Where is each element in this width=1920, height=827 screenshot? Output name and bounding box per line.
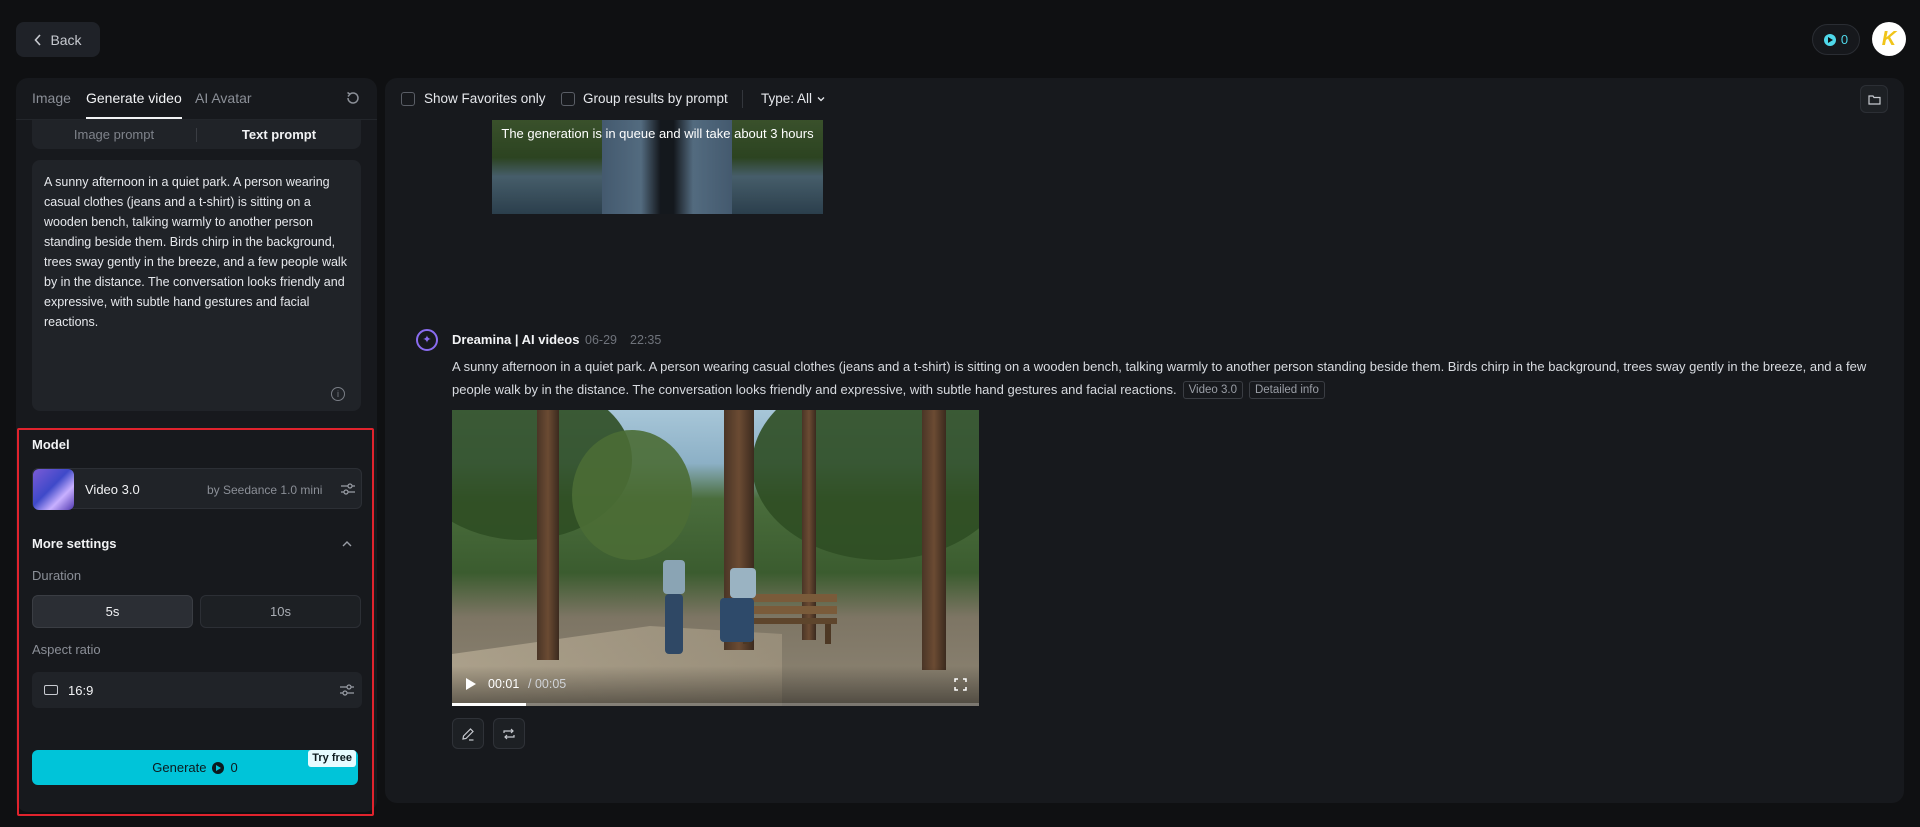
queue-status-text: The generation is in queue and will take…: [501, 126, 814, 141]
group-label[interactable]: Group results by prompt: [583, 91, 728, 106]
folder-icon: [1867, 94, 1881, 105]
model-section-title: Model: [32, 437, 70, 452]
aspect-ratio-value: 16:9: [68, 683, 94, 698]
group-checkbox[interactable]: [561, 92, 575, 106]
generate-cost: 0: [230, 760, 238, 775]
tab-ai-avatar[interactable]: AI Avatar: [195, 90, 252, 106]
folder-button[interactable]: [1860, 85, 1888, 113]
video-progress-bar[interactable]: [452, 703, 979, 706]
credit-coin-icon: [1823, 33, 1836, 46]
model-thumbnail: [33, 469, 74, 510]
generate-label: Generate: [152, 760, 207, 775]
info-icon[interactable]: i: [331, 387, 345, 401]
video-player[interactable]: 00:01 / 00:05: [452, 410, 979, 706]
message-prompt-text: A sunny afternoon in a quiet park. A per…: [452, 359, 1867, 397]
back-button[interactable]: Back: [16, 22, 100, 57]
video-scene-person: [663, 560, 685, 594]
chevron-left-icon: [34, 33, 42, 46]
tab-generate-video[interactable]: Generate video: [86, 90, 182, 119]
regenerate-button[interactable]: [493, 718, 525, 749]
prompt-input[interactable]: A sunny afternoon in a quiet park. A per…: [32, 160, 361, 411]
video-scene-foliage: [572, 430, 692, 560]
pencil-icon: [462, 727, 474, 741]
message-time: 22:35: [630, 333, 662, 347]
settings-sliders-icon: [340, 684, 354, 696]
model-selector[interactable]: Video 3.0 by Seedance 1.0 mini: [32, 468, 362, 510]
chevron-up-icon[interactable]: [341, 538, 353, 550]
duration-label: Duration: [32, 568, 82, 583]
fullscreen-icon[interactable]: [954, 678, 967, 691]
divider: [742, 90, 743, 108]
video-scene-tree: [537, 410, 559, 660]
back-label: Back: [50, 31, 82, 48]
image-prompt-tab[interactable]: Image prompt: [32, 127, 196, 142]
message-prompt: A sunny afternoon in a quiet park. A per…: [452, 355, 1872, 401]
model-name: Video 3.0: [85, 482, 140, 497]
aspect-ratio-icon: [44, 685, 58, 695]
duration-10s-button[interactable]: 10s: [200, 595, 361, 628]
play-icon[interactable]: [466, 678, 476, 690]
favorites-checkbox[interactable]: [401, 92, 415, 106]
video-scene-tree: [922, 410, 946, 670]
duration-10s-label: 10s: [270, 604, 291, 619]
model-provider: by Seedance 1.0 mini: [207, 483, 323, 497]
video-scene-person: [730, 568, 756, 598]
duration-5s-button[interactable]: 5s: [32, 595, 193, 628]
aspect-ratio-label: Aspect ratio: [32, 642, 101, 657]
settings-sliders-icon: [341, 483, 355, 495]
video-total-time: / 00:05: [528, 677, 567, 691]
prompt-text: A sunny afternoon in a quiet park. A per…: [44, 175, 347, 329]
message-date: 06-29: [585, 333, 617, 347]
text-prompt-tab[interactable]: Text prompt: [197, 127, 361, 142]
queued-video-preview[interactable]: The generation is in queue and will take…: [492, 120, 823, 214]
refresh-icon[interactable]: [345, 90, 361, 106]
generator-tabs: Image Generate video AI Avatar: [16, 78, 377, 120]
chevron-down-icon: [817, 96, 825, 101]
edit-button[interactable]: [452, 718, 484, 749]
top-bar: Back 0 K: [0, 0, 1920, 78]
credits-badge[interactable]: 0: [1812, 24, 1860, 55]
credit-coin-icon: [212, 761, 225, 774]
video-scene-person: [720, 598, 754, 642]
avatar[interactable]: K: [1872, 22, 1906, 56]
generate-button[interactable]: Generate 0 Try free: [32, 750, 358, 785]
favorites-label[interactable]: Show Favorites only: [424, 91, 546, 106]
results-toolbar: Show Favorites only Group results by pro…: [385, 78, 1904, 120]
message-author: Dreamina | AI videos: [452, 332, 580, 347]
video-progress-fill: [452, 703, 526, 706]
video-controls: 00:01 / 00:05: [452, 666, 979, 706]
try-free-badge: Try free: [308, 750, 356, 767]
aspect-ratio-select[interactable]: 16:9: [32, 672, 362, 708]
tab-image[interactable]: Image: [32, 90, 71, 106]
video-current-time: 00:01: [488, 677, 520, 691]
results-panel: Show Favorites only Group results by pro…: [385, 78, 1904, 803]
dreamina-logo-icon: ✦: [416, 329, 438, 351]
credits-count: 0: [1840, 32, 1849, 47]
prompt-mode-toggle: Image prompt Text prompt: [32, 120, 361, 149]
model-tag[interactable]: Video 3.0: [1182, 381, 1243, 399]
type-filter-label: Type: All: [761, 91, 813, 106]
detailed-info-tag[interactable]: Detailed info: [1248, 381, 1325, 399]
more-settings-title[interactable]: More settings: [32, 536, 117, 551]
repeat-icon: [503, 728, 515, 739]
duration-5s-label: 5s: [105, 604, 120, 619]
video-scene-person: [665, 594, 683, 654]
type-filter-dropdown[interactable]: Type: All: [761, 91, 826, 106]
